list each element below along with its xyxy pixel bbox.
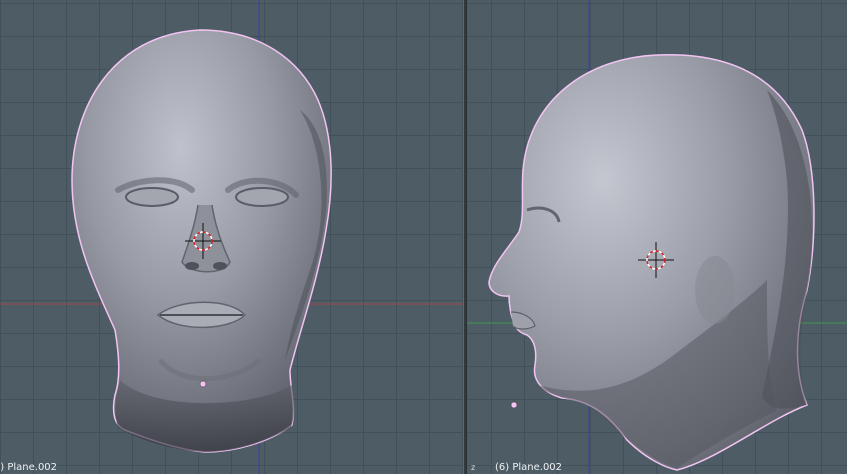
viewport-side-canvas bbox=[467, 0, 847, 474]
viewport-front-label: (6) Plane.002 bbox=[0, 462, 58, 473]
object-origin-icon bbox=[510, 401, 518, 409]
axis-glyph-z: z bbox=[471, 463, 476, 472]
object-origin-icon bbox=[199, 380, 207, 388]
viewport-side-label: (6) Plane.002 bbox=[495, 462, 563, 473]
viewport-front-canvas bbox=[0, 0, 463, 474]
viewport-side[interactable]: z (6) Plane.002 bbox=[467, 0, 847, 474]
head-mesh-side bbox=[488, 54, 815, 471]
viewport-front[interactable]: (6) Plane.002 bbox=[0, 0, 463, 474]
left-eye bbox=[125, 187, 179, 207]
right-eye bbox=[235, 187, 289, 207]
